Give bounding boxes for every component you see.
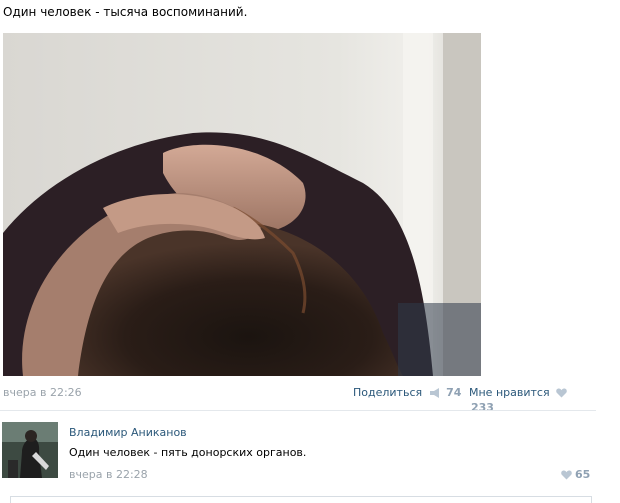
comment-time[interactable]: вчера в 22:28	[69, 468, 148, 481]
heart-icon	[561, 470, 572, 483]
photo-image	[3, 33, 481, 376]
comment-author[interactable]: Владимир Аниканов	[69, 426, 187, 439]
reply-box[interactable]	[10, 496, 592, 503]
like-label: Мне нравится	[469, 386, 550, 399]
share-button[interactable]: Поделиться 74	[353, 386, 461, 401]
comment-like-count: 65	[575, 468, 591, 481]
divider	[0, 410, 596, 411]
share-count: 74	[446, 386, 462, 399]
heart-icon	[556, 388, 567, 401]
comment-like-button[interactable]: 65	[561, 468, 590, 483]
comment-text: Один человек - пять донорских органов.	[69, 446, 307, 459]
avatar[interactable]	[2, 422, 58, 478]
share-label: Поделиться	[353, 386, 423, 399]
post-meta: вчера в 22:26 Поделиться 74 Мне нравится…	[3, 386, 591, 414]
comment: Владимир Аниканов Один человек - пять до…	[0, 418, 600, 488]
post-photo[interactable]	[3, 33, 481, 376]
like-count: 233	[471, 401, 494, 414]
post-time[interactable]: вчера в 22:26	[3, 386, 82, 399]
post-text: Один человек - тысяча воспоминаний.	[3, 5, 248, 19]
megaphone-icon	[429, 388, 441, 401]
